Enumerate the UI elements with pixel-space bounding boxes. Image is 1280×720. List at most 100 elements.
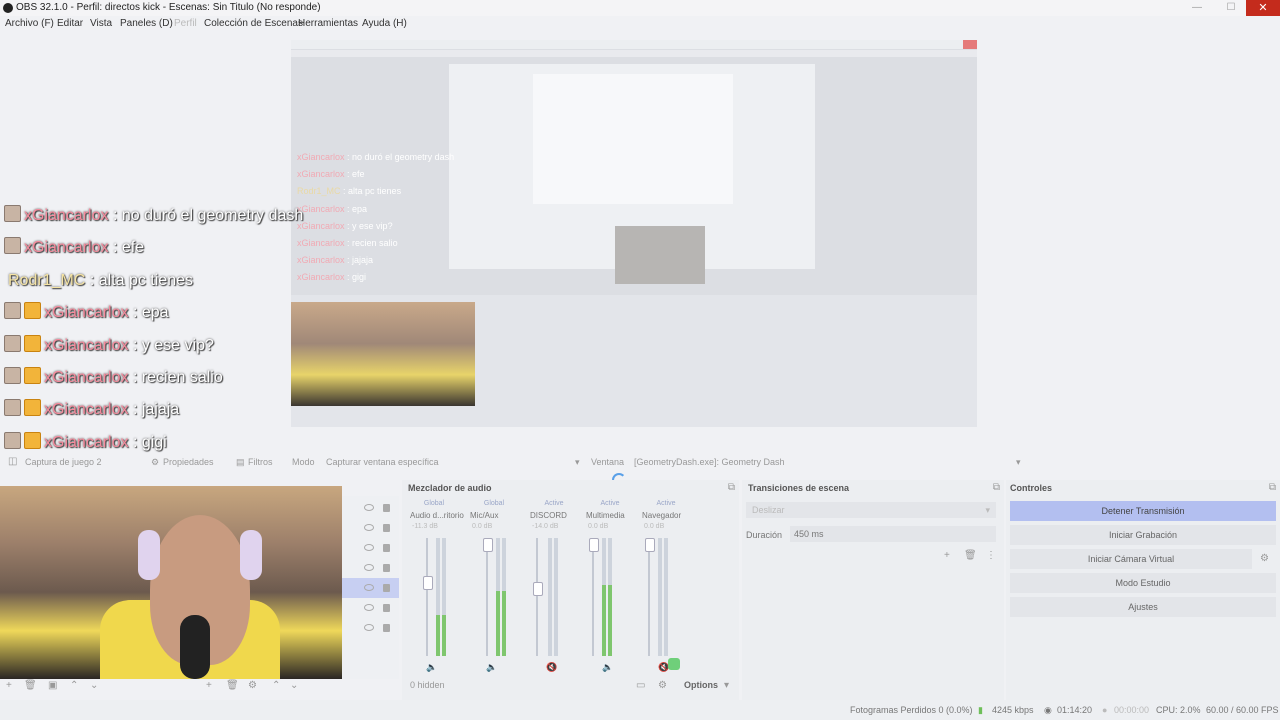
eye-icon[interactable] [364,524,374,531]
channel-name[interactable]: Navegador [642,511,681,520]
chevron-down-icon[interactable]: ▾ [724,680,729,691]
slider-knob[interactable] [533,582,543,596]
scene-filter-icon[interactable]: ▣ [48,680,57,691]
menu-edit[interactable]: Editar [57,16,83,32]
nested-chat-line: xGiancarlox : y ese vip? [297,221,393,231]
more-options-icon[interactable]: ⋮ [986,550,996,561]
speaker-icon[interactable]: 🔈 [602,662,613,673]
level-meter [442,538,446,656]
slider-knob[interactable] [423,576,433,590]
eye-icon[interactable] [364,584,374,591]
source-down-icon[interactable]: ⌄ [290,680,298,691]
slider-knob[interactable] [483,538,493,552]
headphones-monitor-icon[interactable] [668,658,680,670]
title-bar: OBS 32.1.0 - Perfil: directos kick - Esc… [0,0,1280,16]
maximize-button[interactable]: ☐ [1216,0,1246,16]
channel-name[interactable]: Multimedia [586,511,625,520]
level-meter [436,538,440,656]
filters-button[interactable]: Filtros [248,452,273,472]
window-select[interactable]: [GeometryDash.exe]: Geometry Dash [634,452,785,472]
eye-icon[interactable] [364,504,374,511]
layout-toggle-icon[interactable]: ▭ [636,680,645,691]
eye-icon[interactable] [364,544,374,551]
slider-knob[interactable] [589,538,599,552]
options-button[interactable]: Options [684,680,718,690]
move-down-icon[interactable]: ⌄ [90,680,98,691]
source-row[interactable] [342,598,399,618]
menu-help[interactable]: Ayuda (H) [362,16,407,32]
lock-icon[interactable] [383,544,390,552]
source-up-icon[interactable]: ⌃ [272,680,280,691]
channel-group: Active [656,500,676,507]
volume-slider[interactable] [589,538,599,656]
properties-button[interactable]: Propiedades [163,452,214,472]
lock-icon[interactable] [383,504,390,512]
nested-inner-preview [533,74,733,204]
menu-file[interactable]: Archivo (F) [5,16,54,32]
gear-icon[interactable]: ⚙ [1260,553,1269,564]
duration-input[interactable]: 450 ms [790,526,996,542]
studio-mode-button[interactable]: Modo Estudio [1010,573,1276,593]
speaker-icon[interactable]: 🔈 [486,662,497,673]
channel-name[interactable]: Mic/Aux [470,511,498,520]
chevron-down-icon[interactable]: ▾ [575,452,580,472]
source-row[interactable] [342,498,399,518]
menu-profile[interactable]: Perfil [174,16,197,32]
volume-slider[interactable] [483,538,493,656]
source-row[interactable] [342,518,399,538]
hidden-count[interactable]: 0 hidden [410,680,445,690]
move-up-icon[interactable]: ⌃ [70,680,78,691]
nested-chat-line: xGiancarlox : jajaja [297,255,374,265]
lock-icon[interactable] [383,584,390,592]
lock-icon[interactable] [383,524,390,532]
menu-view[interactable]: Vista [90,16,112,32]
menu-tools[interactable]: Herramientas [298,16,358,32]
volume-slider[interactable] [533,538,543,656]
lock-icon[interactable] [383,564,390,572]
menu-scene-collection[interactable]: Colección de Escenas [204,16,303,32]
gear-icon[interactable]: ⚙ [151,452,159,472]
eye-icon[interactable] [364,604,374,611]
stop-streaming-button[interactable]: Detener Transmisión [1010,501,1276,521]
add-scene-icon[interactable]: + [6,680,12,691]
close-button[interactable]: ✕ [1246,0,1280,16]
volume-slider[interactable] [645,538,655,656]
source-row[interactable] [342,618,399,638]
transition-select[interactable]: Deslizar ▾ [746,502,996,518]
lock-icon[interactable] [383,624,390,632]
slider-knob[interactable] [645,538,655,552]
chevron-down-icon[interactable]: ▾ [1016,452,1021,472]
minimize-button[interactable]: — [1182,0,1212,16]
dock-undock-icon[interactable]: ⧉ [728,482,735,493]
muted-speaker-icon[interactable]: 🔇 [546,662,557,673]
mode-select[interactable]: Capturar ventana específica [326,452,439,472]
volume-slider[interactable] [423,538,433,656]
mixer-settings-icon[interactable]: ⚙ [658,680,667,691]
speaker-icon[interactable]: 🔈 [426,662,437,673]
add-transition-icon[interactable]: + [944,550,950,561]
source-row[interactable] [342,538,399,558]
settings-button[interactable]: Ajustes [1010,597,1276,617]
start-virtual-camera-button[interactable]: Iniciar Cámara Virtual [1010,549,1252,569]
remove-source-icon[interactable]: 🗑 [226,680,239,691]
remove-scene-icon[interactable]: 🗑 [24,680,37,691]
eye-icon[interactable] [364,564,374,571]
nested-title-bar [291,40,977,49]
duration-label: Duración [746,530,783,540]
channel-name[interactable]: Audio d...ritorio [410,511,464,520]
lock-icon[interactable] [383,604,390,612]
eye-icon[interactable] [364,624,374,631]
dock-undock-icon[interactable]: ⧉ [1269,482,1276,493]
add-source-icon[interactable]: + [206,680,212,691]
source-row[interactable] [342,558,399,578]
filter-icon[interactable]: ▤ [236,452,245,472]
source-row-selected[interactable] [342,578,399,598]
channel-name[interactable]: DISCORD [530,511,567,520]
preview-canvas[interactable]: xGiancarlox : no duró el geometry dash x… [291,40,977,427]
menu-docks[interactable]: Paneles (D) [120,16,173,32]
start-recording-button[interactable]: Iniciar Grabación [1010,525,1276,545]
dock-undock-icon[interactable]: ⧉ [993,482,1000,493]
source-properties-icon[interactable]: ⚙ [248,680,257,691]
remove-transition-icon[interactable]: 🗑 [964,550,977,561]
nested-chat-line: xGiancarlox : epa [297,204,368,214]
